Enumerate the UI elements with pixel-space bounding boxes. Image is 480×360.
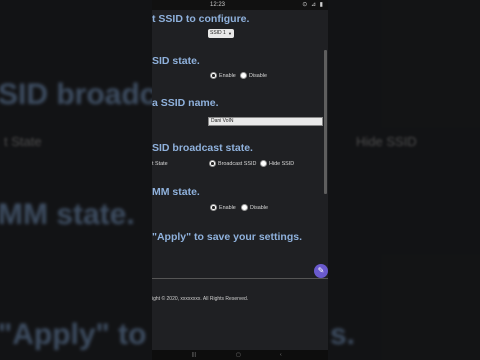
divider (152, 278, 328, 279)
status-time: 12:23 (210, 2, 226, 8)
broadcast-state-label: t State (152, 161, 168, 167)
apply-heading: "Apply" to save your settings. (152, 231, 302, 243)
chevron-down-icon: ▼ (228, 31, 232, 36)
broadcast-heading: SID broadcast state. (152, 142, 253, 154)
back-icon[interactable]: ‹ (280, 352, 282, 358)
ssid-select-value: SSID 1 (210, 30, 226, 36)
ssid-enable-radio[interactable] (210, 72, 217, 79)
ssid-state-heading: SID state. (152, 55, 200, 67)
hide-ssid-label: Hide SSID (269, 161, 295, 167)
phone-screen: 12:23 ⊙ ⊿ ▮ t SSID to configure. SSID 1 … (152, 0, 328, 360)
configure-heading: t SSID to configure. (152, 13, 250, 25)
status-icons: ⊙ ⊿ ▮ (302, 2, 324, 8)
wmm-heading: MM state. (152, 186, 200, 198)
ssid-select[interactable]: SSID 1 ▼ (208, 29, 234, 38)
scrollbar[interactable] (324, 50, 327, 194)
ssid-disable-label: Disable (249, 73, 267, 79)
wmm-disable-label: Disable (250, 205, 268, 211)
hide-ssid-radio[interactable] (260, 160, 267, 167)
recents-icon[interactable]: ||| (192, 352, 196, 358)
pencil-icon[interactable]: ✎ (314, 264, 328, 278)
nav-bar: ||| ▢ ‹ (152, 350, 328, 360)
wmm-enable-label: Enable (219, 205, 236, 211)
wmm-disable-radio[interactable] (241, 204, 248, 211)
ssid-name-input[interactable]: Dani VoIN (208, 117, 323, 126)
ssid-name-heading: a SSID name. (152, 97, 219, 109)
ssid-disable-radio[interactable] (240, 72, 247, 79)
broadcast-ssid-label: Broadcast SSID (218, 161, 257, 167)
broadcast-ssid-radio[interactable] (209, 160, 216, 167)
status-bar: 12:23 ⊙ ⊿ ▮ (152, 0, 328, 10)
copyright-text: ight © 2020, xxxxxxxx. All Rights Reserv… (152, 296, 249, 302)
home-icon[interactable]: ▢ (236, 352, 241, 358)
wmm-enable-radio[interactable] (210, 204, 217, 211)
ssid-enable-label: Enable (219, 73, 236, 79)
